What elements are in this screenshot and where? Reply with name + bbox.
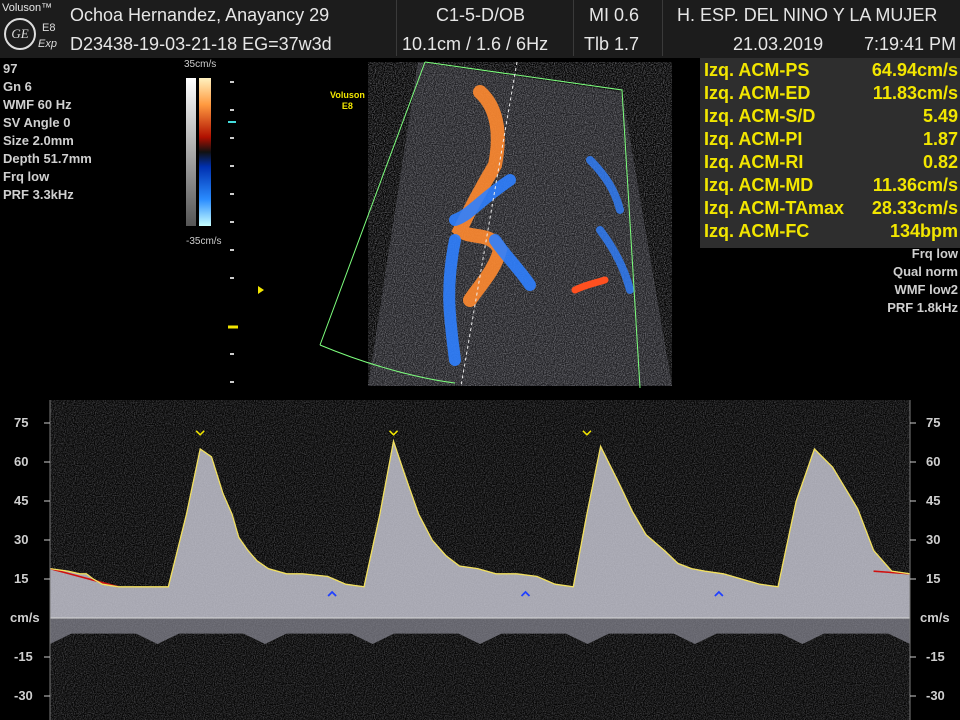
exam-date: 21.03.2019	[733, 31, 824, 57]
measurement-row: Izq. ACM-MD 11.36cm/s	[704, 175, 958, 195]
param-line: SV Angle 0	[3, 115, 71, 130]
sector-image	[319, 61, 672, 389]
measurement-row: Izq. ACM-FC 134bpm	[704, 221, 958, 241]
scale-label-right: 75	[926, 415, 941, 430]
param-line: 97	[3, 61, 18, 76]
param-line: Frq low	[3, 169, 50, 184]
model-sub-label: Exp	[38, 38, 57, 50]
scale-label-left: 30	[14, 532, 29, 547]
header-bar: Voluson™ GE E8 Exp Ochoa Hernandez, Anay…	[0, 0, 960, 58]
param-line: Depth 51.7mm	[3, 151, 92, 166]
scale-label-right: 45	[926, 493, 941, 508]
exam-id: D23438-19-03-21-18 EG=37w3d	[70, 31, 332, 57]
param-line: Frq low	[911, 246, 958, 261]
ge-logo-icon: GE	[4, 18, 36, 50]
brand-label: Voluson™	[2, 2, 53, 14]
scale-label-left: 45	[14, 493, 29, 508]
scale-label-right: 15	[926, 571, 941, 586]
patient-name: Ochoa Hernandez, Anayancy 29	[70, 2, 330, 28]
param-line: Gn 6	[3, 79, 32, 94]
param-line: PRF 1.8kHz	[887, 300, 958, 315]
measurement-row: Izq. ACM-TAmax 28.33cm/s	[704, 198, 958, 218]
param-line: WMF low2	[894, 282, 958, 297]
measurement-row: Izq. ACM-ED 11.83cm/s	[704, 83, 958, 103]
scale-label-right: 60	[926, 454, 941, 469]
image-watermark: Voluson E8	[330, 90, 365, 111]
focus-marker-icon[interactable]	[258, 286, 264, 294]
param-line: Qual norm	[892, 264, 958, 279]
scale-label-right: -30	[926, 688, 945, 703]
color-velocity-bar	[186, 78, 211, 226]
color-bar-bottom-label: -35cm/s	[186, 236, 222, 247]
scale-label-left: 15	[14, 571, 29, 586]
scale-label-left: -15	[14, 649, 33, 664]
measurement-row: Izq. ACM-RI 0.82	[704, 152, 958, 172]
color-bar-top-label: 35cm/s	[184, 59, 217, 70]
param-line: Size 2.0mm	[3, 133, 74, 148]
exam-time: 7:19:41 PM	[864, 31, 957, 57]
scale-label-right: 30	[926, 532, 941, 547]
probe-label: C1-5-D/OB	[436, 2, 526, 28]
measurement-row: Izq. ACM-S/D 5.49	[704, 106, 958, 126]
scale-label-left: 60	[14, 454, 29, 469]
left-parameters: 97 Gn 6 WMF 60 Hz SV Angle 0 Size 2.0mm …	[3, 60, 92, 204]
scale-label-right: -15	[926, 649, 945, 664]
param-line: PRF 3.3kHz	[3, 187, 74, 202]
model-label: E8	[42, 22, 56, 34]
scale-label-left: 75	[14, 415, 29, 430]
measurements-panel[interactable]: Izq. ACM-PS 64.94cm/s Izq. ACM-ED 11.83cm/…	[700, 58, 960, 248]
param-line: WMF 60 Hz	[3, 97, 72, 112]
mi-value: MI 0.6	[589, 2, 640, 28]
scale-unit-right: cm/s	[920, 610, 950, 625]
measurement-row: Izq. ACM-PI 1.87	[704, 129, 958, 149]
depth-ruler	[228, 81, 238, 383]
measurement-row: Izq. ACM-PS 64.94cm/s	[704, 60, 958, 80]
logo: Voluson™ GE E8 Exp	[0, 0, 64, 58]
right-parameters: Frq low Qual norm WMF low2 PRF 1.8kHz	[887, 245, 958, 317]
tib-value: Tlb 1.7	[584, 31, 640, 57]
hospital-name: H. ESP. DEL NINO Y LA MUJER	[677, 2, 938, 28]
scale-label-left: -30	[14, 688, 33, 703]
spectral-doppler	[49, 400, 911, 720]
scale-unit-left: cm/s	[10, 610, 40, 625]
depth-frequency: 10.1cm / 1.6 / 6Hz	[402, 31, 549, 57]
